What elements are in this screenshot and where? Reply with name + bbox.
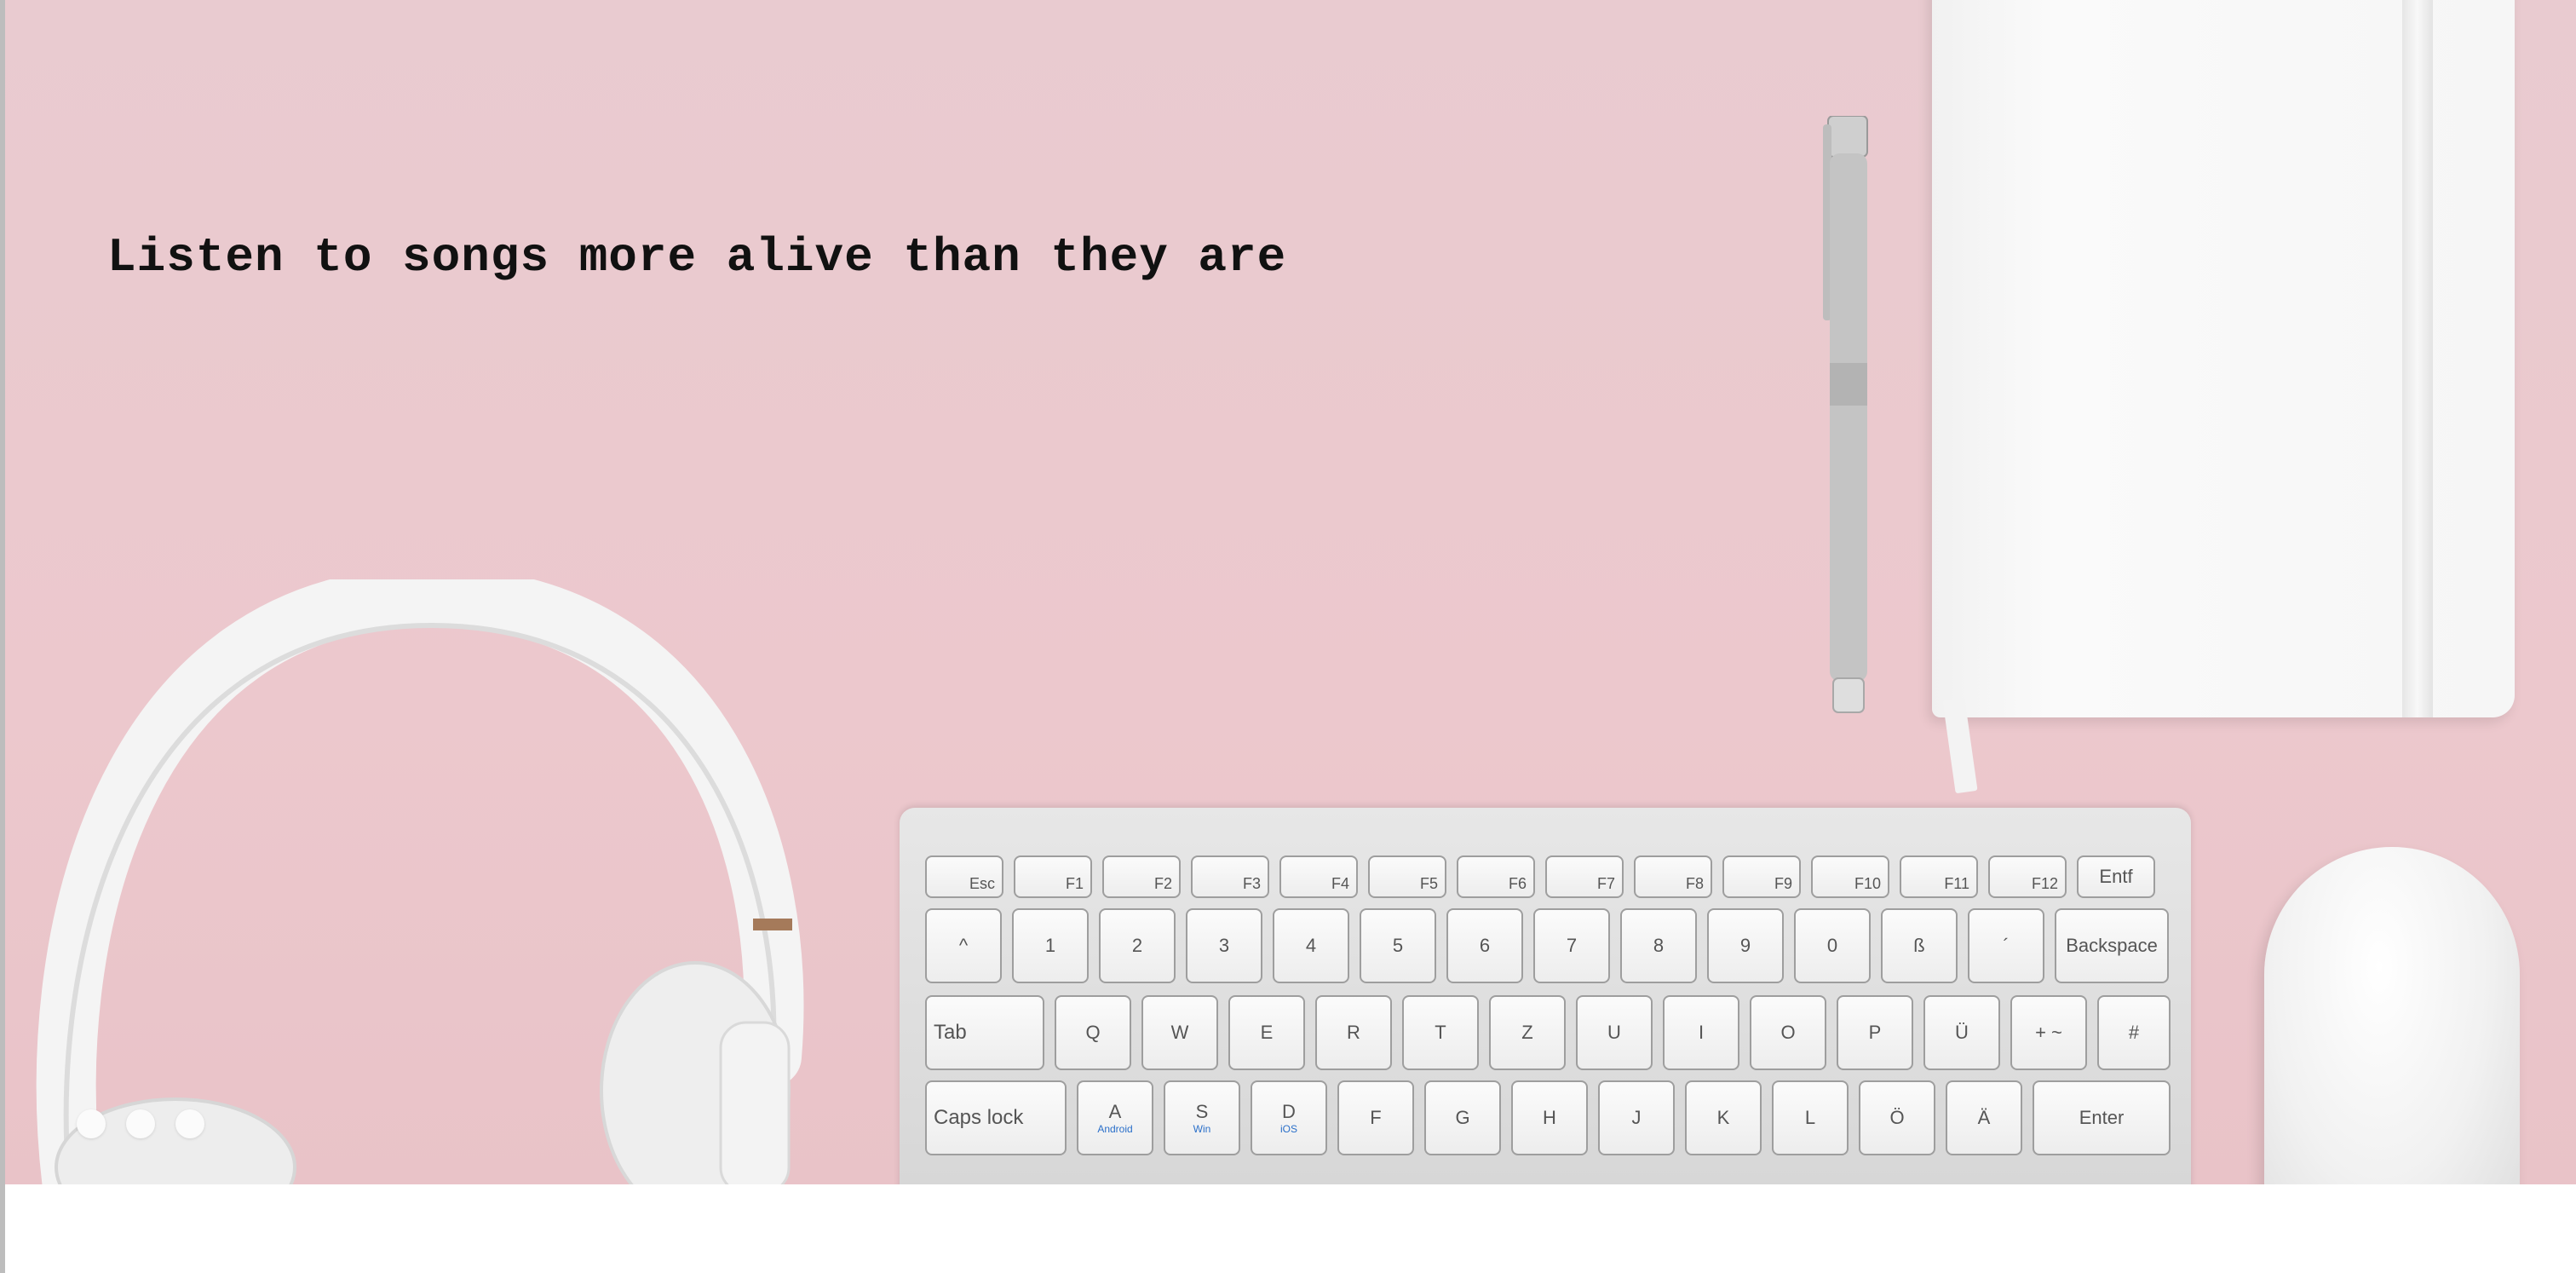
key-o: O	[1750, 995, 1826, 1070]
key-g: G	[1424, 1080, 1501, 1155]
key-l: L	[1772, 1080, 1849, 1155]
hero-banner: Esc F1 F2 F3 F4 F5 F6 F7 F8 F9 F10 F11 F…	[5, 0, 2576, 1184]
notebook-band	[2402, 0, 2433, 717]
key-j: J	[1598, 1080, 1675, 1155]
key-k: K	[1685, 1080, 1762, 1155]
key-w: W	[1141, 995, 1218, 1070]
key-f2: F2	[1102, 855, 1181, 898]
key-7: 7	[1533, 908, 1610, 983]
key-i: I	[1663, 995, 1739, 1070]
key-f10: F10	[1811, 855, 1889, 898]
key-f3: F3	[1191, 855, 1269, 898]
key-h: H	[1511, 1080, 1588, 1155]
key-f11: F11	[1900, 855, 1978, 898]
key-backspace: Backspace	[2055, 908, 2169, 983]
hero-title: Listen to songs more alive than they are	[107, 230, 1287, 285]
keyboard-image: Esc F1 F2 F3 F4 F5 F6 F7 F8 F9 F10 F11 F…	[900, 808, 2191, 1184]
key-plus: + ~	[2010, 995, 2087, 1070]
key-f: F	[1337, 1080, 1414, 1155]
key-f7: F7	[1545, 855, 1624, 898]
key-a: A Android	[1077, 1080, 1153, 1155]
key-caps-lock: Caps lock	[925, 1080, 1067, 1155]
key-t: T	[1402, 995, 1479, 1070]
key-s-sublabel: Win	[1193, 1123, 1211, 1135]
carousel-dot-3[interactable]	[175, 1109, 204, 1138]
key-6: 6	[1446, 908, 1523, 983]
keyboard-number-row: ^ 1 2 3 4 5 6 7 8 9 0 ß ´ Backspace	[925, 908, 2169, 983]
key-r: R	[1315, 995, 1392, 1070]
carousel-dots	[77, 1109, 204, 1138]
key-9: 9	[1707, 908, 1784, 983]
pen-image	[1823, 116, 1868, 713]
key-q: Q	[1055, 995, 1131, 1070]
key-0: 0	[1794, 908, 1871, 983]
key-f4: F4	[1279, 855, 1358, 898]
key-a-sublabel: Android	[1097, 1123, 1133, 1135]
key-p: P	[1837, 995, 1913, 1070]
key-a-label: A	[1108, 1101, 1122, 1122]
carousel-dot-2[interactable]	[126, 1109, 155, 1138]
key-tab: Tab	[925, 995, 1044, 1070]
key-caret: ^	[925, 908, 1002, 983]
key-f1: F1	[1014, 855, 1092, 898]
key-5: 5	[1360, 908, 1436, 983]
key-hash: #	[2097, 995, 2171, 1070]
key-8: 8	[1620, 908, 1697, 983]
key-f5: F5	[1368, 855, 1446, 898]
key-e: E	[1228, 995, 1305, 1070]
keyboard-home-row: Caps lock A Android S Win D iOS F G H J …	[925, 1080, 2171, 1155]
key-ue: Ü	[1923, 995, 2000, 1070]
key-entf: Entf	[2077, 855, 2155, 898]
key-esc: Esc	[925, 855, 1003, 898]
key-f6: F6	[1457, 855, 1535, 898]
headphones-image	[36, 579, 804, 1184]
key-1: 1	[1012, 908, 1089, 983]
key-oe: Ö	[1859, 1080, 1935, 1155]
carousel-dot-1[interactable]	[77, 1109, 106, 1138]
key-d: D iOS	[1251, 1080, 1327, 1155]
key-f8: F8	[1634, 855, 1712, 898]
key-u: U	[1576, 995, 1653, 1070]
key-3: 3	[1186, 908, 1262, 983]
key-enter: Enter	[2033, 1080, 2171, 1155]
key-4: 4	[1273, 908, 1349, 983]
key-f12: F12	[1988, 855, 2067, 898]
key-z: Z	[1489, 995, 1566, 1070]
key-s: S Win	[1164, 1080, 1240, 1155]
key-ae: Ä	[1946, 1080, 2022, 1155]
mouse-image	[2264, 847, 2520, 1184]
key-d-sublabel: iOS	[1279, 1123, 1297, 1135]
key-f9: F9	[1722, 855, 1801, 898]
notebook-ribbon	[1942, 697, 1978, 794]
key-s-label: S	[1195, 1101, 1209, 1122]
key-acute: ´	[1968, 908, 2044, 983]
key-2: 2	[1099, 908, 1176, 983]
key-eszett: ß	[1881, 908, 1958, 983]
keyboard-function-row: Esc F1 F2 F3 F4 F5 F6 F7 F8 F9 F10 F11 F…	[925, 855, 2155, 898]
notebook-image	[1932, 0, 2515, 794]
key-d-label: D	[1282, 1101, 1296, 1122]
keyboard-top-row: Tab Q W E R T Z U I O P Ü + ~ #	[925, 995, 2171, 1070]
